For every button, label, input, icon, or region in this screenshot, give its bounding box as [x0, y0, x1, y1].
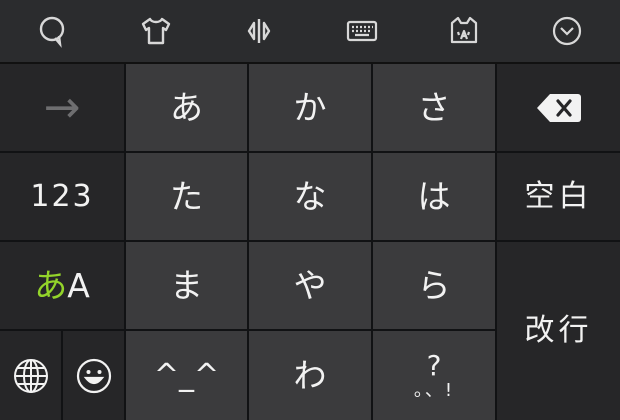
key-a[interactable]: あ: [126, 64, 247, 151]
key-na-label: な: [293, 177, 327, 216]
punctuation-labels: ? 。、!: [413, 348, 455, 401]
enter-label: 改行: [524, 313, 593, 348]
key-ra[interactable]: ら: [373, 242, 495, 329]
key-sa-label: さ: [417, 88, 451, 127]
emoji-key[interactable]: [63, 331, 124, 420]
key-na[interactable]: な: [249, 153, 371, 240]
key-ra-label: ら: [417, 266, 451, 305]
space-key[interactable]: 空白: [497, 153, 620, 240]
key-ha[interactable]: は: [373, 153, 495, 240]
key-wa-label: わ: [293, 356, 327, 395]
backspace-icon: [536, 93, 581, 122]
key-a-label: あ: [170, 88, 203, 127]
kaomoji-label: ^_^: [153, 357, 220, 393]
globe-key[interactable]: [0, 331, 61, 420]
key-ya[interactable]: や: [249, 242, 371, 329]
keyboard-toolbar: [0, 0, 620, 64]
key-ya-label: や: [293, 266, 327, 305]
cursor-move-icon[interactable]: [234, 6, 284, 56]
speech-bubble-icon[interactable]: [27, 6, 77, 56]
chevron-down-circle-icon[interactable]: [542, 6, 592, 56]
keyboard-icon[interactable]: [337, 6, 387, 56]
key-ma-label: ま: [170, 266, 203, 305]
key-ta-label: た: [170, 177, 203, 216]
shirt-icon[interactable]: [131, 6, 181, 56]
mode-latin-label: A: [67, 266, 90, 305]
key-ka[interactable]: か: [249, 64, 371, 151]
cat-face-icon[interactable]: [439, 6, 489, 56]
enter-key[interactable]: 改行: [497, 242, 620, 420]
arrow-right-icon: →: [43, 81, 81, 133]
smiley-icon: [76, 358, 111, 393]
key-ma[interactable]: ま: [126, 242, 247, 329]
globe-icon: [13, 358, 48, 393]
key-sa[interactable]: さ: [373, 64, 495, 151]
key-ha-label: は: [417, 177, 451, 216]
key-wa[interactable]: わ: [249, 331, 371, 420]
punctuation-key[interactable]: ? 。、!: [373, 331, 495, 420]
input-mode-key[interactable]: あ A: [0, 242, 124, 329]
mode-kana-label: あ: [34, 266, 68, 305]
backspace-key[interactable]: [497, 64, 620, 151]
key-ta[interactable]: た: [126, 153, 247, 240]
kaomoji-key[interactable]: ^_^: [126, 331, 247, 420]
punctuation-top-label: ?: [426, 348, 442, 382]
space-label: 空白: [524, 178, 593, 214]
punctuation-bottom-label: 。、!: [413, 379, 455, 401]
number-mode-key[interactable]: 123: [0, 153, 124, 240]
number-mode-label: 123: [30, 178, 94, 214]
key-ka-label: か: [293, 88, 327, 127]
arrow-right-key[interactable]: →: [0, 64, 124, 151]
